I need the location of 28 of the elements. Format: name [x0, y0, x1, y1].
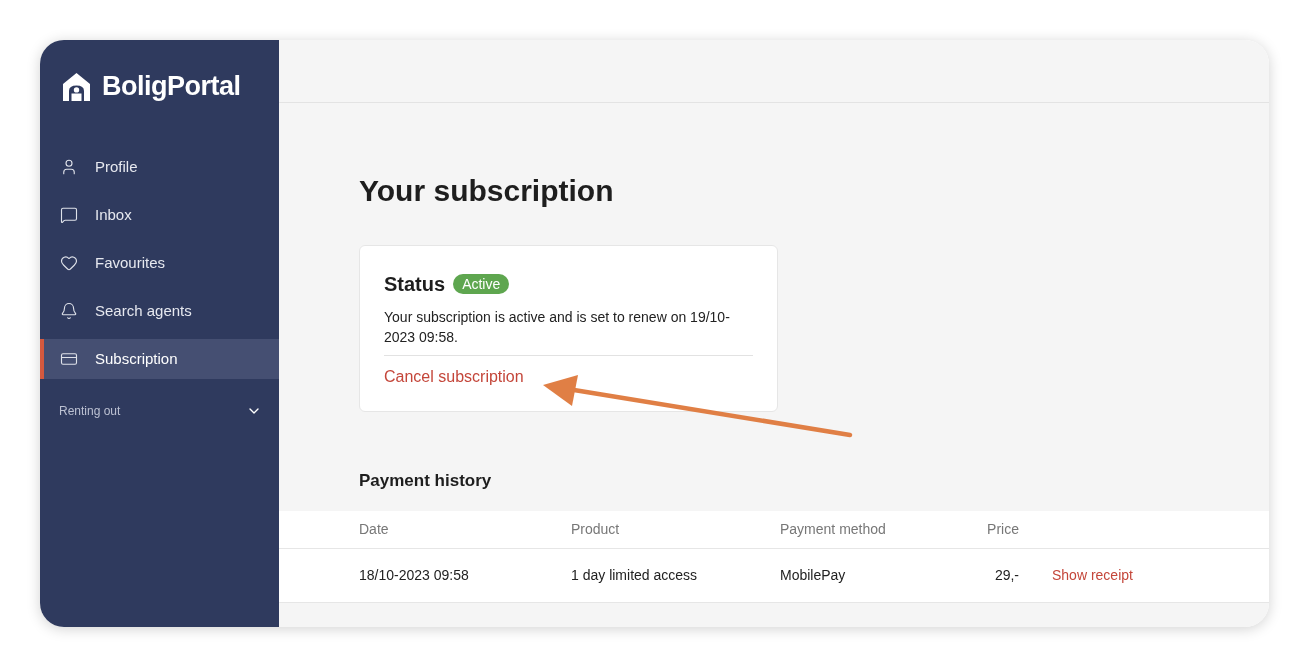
sidebar-item[interactable]: Favourites — [40, 243, 279, 283]
section-toggle[interactable]: Renting out — [40, 395, 279, 427]
table-cell-text: MobilePay — [780, 566, 847, 585]
column-header: Date — [359, 520, 390, 539]
status-heading: Status — [384, 272, 446, 296]
table-cell-text: 18/10-2023 09:58 — [359, 566, 470, 585]
sidebar-item[interactable]: Search agents — [40, 291, 279, 331]
bell-icon — [60, 302, 78, 320]
cancel-subscription-link[interactable]: Cancel subscription — [384, 365, 524, 389]
chat-bubble-icon — [60, 206, 78, 224]
heart-icon — [60, 254, 78, 272]
show-receipt-link[interactable]: Show receipt — [1052, 565, 1133, 586]
column-header: Product — [571, 520, 621, 539]
sidebar-item[interactable]: Inbox — [40, 195, 279, 235]
table-cell-text: 1 day limited access — [571, 566, 699, 585]
column-header: Price — [986, 520, 1019, 539]
column-header: Payment method — [780, 520, 887, 539]
sidebar-item[interactable]: Subscription — [40, 339, 279, 379]
page-title: Your subscription — [359, 173, 615, 209]
table-cell-text: 29,- — [993, 566, 1019, 585]
sidebar-item[interactable]: Profile — [40, 147, 279, 187]
user-icon — [60, 158, 78, 176]
house-logo-icon — [63, 72, 90, 101]
brand-name: BoligPortal — [102, 73, 241, 100]
section-title: Payment history — [359, 470, 493, 492]
credit-card-icon — [60, 350, 78, 368]
status-description: Your subscription is active and is set to renew on 19/10-2023 09:58. — [384, 308, 731, 347]
status-badge: Active — [453, 274, 510, 294]
